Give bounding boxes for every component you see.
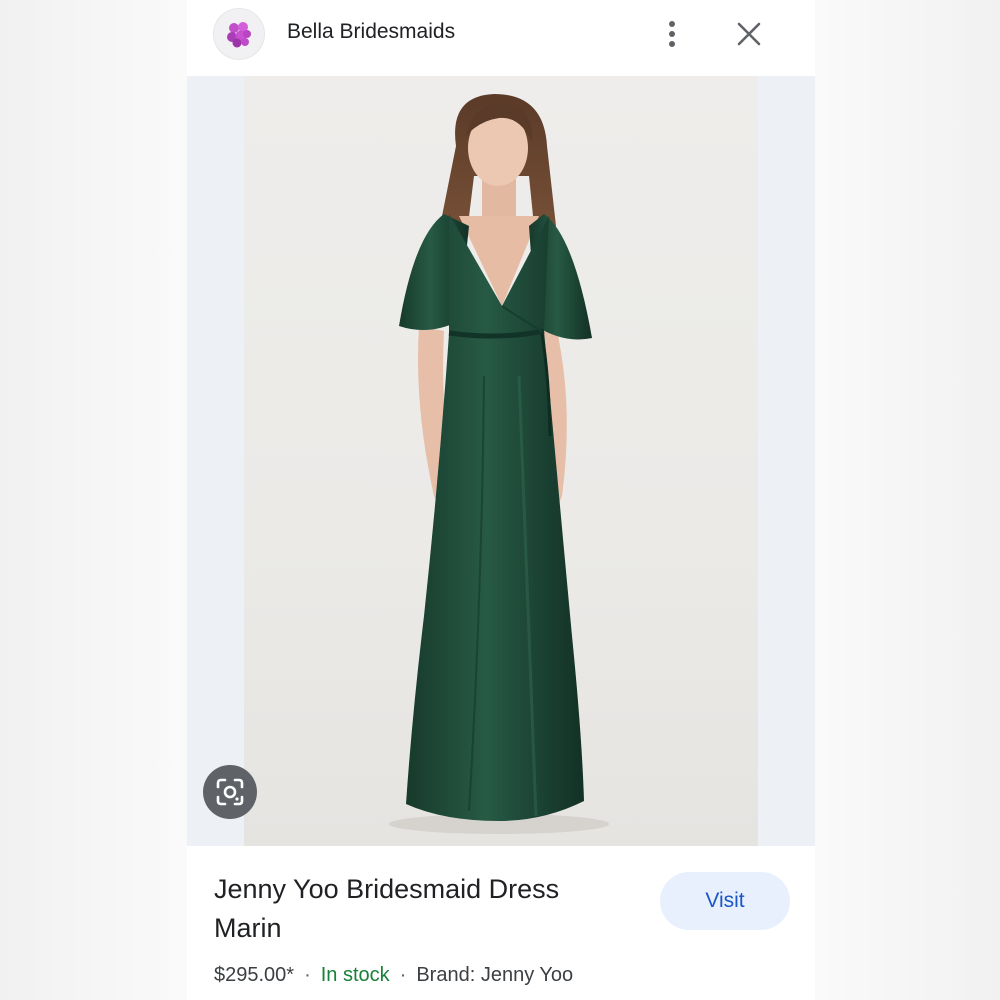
background-left bbox=[0, 0, 187, 1000]
lens-search-button[interactable] bbox=[203, 765, 257, 819]
site-name[interactable]: Bella Bridesmaids bbox=[287, 20, 455, 44]
flower-bouquet-icon bbox=[227, 22, 251, 48]
close-icon bbox=[737, 22, 761, 46]
site-favicon[interactable] bbox=[213, 8, 265, 60]
more-vert-icon bbox=[669, 21, 675, 47]
close-button[interactable] bbox=[733, 18, 765, 50]
panel-header: Bella Bridesmaids bbox=[187, 0, 815, 76]
separator-dot: · bbox=[304, 964, 311, 986]
more-options-button[interactable] bbox=[657, 16, 687, 52]
dress-photo[interactable] bbox=[244, 76, 758, 846]
product-meta: $295.00* · In stock · Brand: Jenny Yoo bbox=[214, 964, 573, 987]
product-title[interactable]: Jenny Yoo Bridesmaid Dress Marin bbox=[214, 870, 634, 948]
lens-search-icon bbox=[216, 778, 244, 806]
model-illustration bbox=[389, 94, 609, 834]
product-price: $295.00* bbox=[214, 964, 295, 986]
product-brand: Brand: Jenny Yoo bbox=[416, 964, 574, 986]
image-area bbox=[187, 76, 815, 846]
background-right bbox=[815, 0, 1000, 1000]
stock-status: In stock bbox=[320, 964, 390, 986]
separator-dot: · bbox=[399, 964, 407, 986]
visit-button[interactable]: Visit bbox=[660, 872, 790, 930]
image-preview-panel: Bella Bridesmaids Jenny Yoo Bridesmaid D… bbox=[187, 0, 815, 1000]
